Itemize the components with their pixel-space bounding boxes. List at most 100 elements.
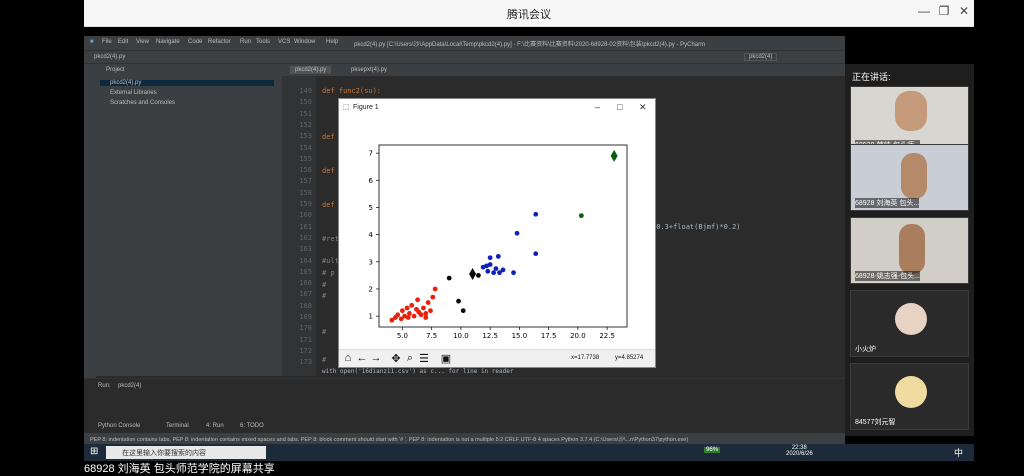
line-number: 173	[299, 358, 312, 367]
participant-label: 68928 刘海英 包头...	[855, 198, 920, 208]
participant-label: 68928-姚志强-包头...	[855, 271, 920, 281]
data-point	[432, 286, 438, 292]
bottom-tab-terminal[interactable]: Terminal	[166, 423, 189, 429]
breadcrumb[interactable]: pkcd2(4).py	[94, 54, 125, 60]
data-point	[487, 255, 493, 261]
participant-tile[interactable]: 小火炉	[850, 290, 969, 357]
menu-run[interactable]: Run	[240, 39, 251, 45]
line-number: 162	[299, 233, 312, 242]
code-line: def func2(su):	[322, 87, 382, 95]
data-point	[456, 298, 461, 304]
line-number: 168	[299, 301, 312, 310]
data-point	[485, 268, 491, 274]
line-number: 164	[299, 256, 312, 265]
minimize-button[interactable]: —	[916, 4, 932, 18]
participant-video	[901, 153, 927, 199]
menu-refactor[interactable]: Refactor	[208, 39, 231, 45]
line-number: 150	[299, 98, 312, 107]
participant-video	[899, 224, 925, 274]
figure-titlebar: ⬚ Figure 1 – □ ✕	[339, 99, 655, 117]
tab-pksepxt[interactable]: pksepxt(4).py	[346, 66, 392, 74]
bottom-tab-console[interactable]: Python Console	[98, 423, 140, 429]
participants-panel: 正在讲话: 68928-韩帅-包头师... 68928 刘海英 包头... 68…	[845, 64, 974, 436]
line-number: 154	[299, 143, 312, 152]
save-icon[interactable]: ▣	[439, 352, 453, 365]
data-point	[446, 275, 452, 281]
code-line: #ret	[322, 235, 339, 243]
menu-tools[interactable]: Tools	[256, 39, 270, 45]
menu-file[interactable]: File	[102, 39, 112, 45]
line-number: 151	[299, 109, 312, 118]
menu-navigate[interactable]: Navigate	[156, 39, 180, 45]
data-point	[407, 311, 412, 316]
code-line: *0.3+float(Bjmf)*0.2)	[652, 223, 741, 231]
ime-indicator[interactable]: 中	[954, 446, 963, 459]
back-icon[interactable]: ←	[355, 352, 369, 364]
taskbar-clock[interactable]: 22:38 2020/6/26	[786, 445, 813, 457]
line-number: 169	[299, 313, 312, 321]
participant-tile[interactable]: 84577刘元智	[850, 363, 969, 430]
x-tick-label: 22.5	[599, 332, 615, 340]
home-icon[interactable]: ⌂	[341, 352, 355, 364]
code-line: #	[322, 356, 327, 364]
participant-tile[interactable]: 68928-姚志强-包头...	[850, 217, 969, 284]
menu-code[interactable]: Code	[188, 39, 202, 45]
battery-indicator[interactable]: 96%	[704, 447, 721, 453]
scatter-chart[interactable]: 5.0 7.5 10.0 12.5 15.0 17.5 20.0 22.5 1 2 3 4 5 6 7	[339, 117, 655, 349]
taskbar-search-input[interactable]: 在这里输入你要搜索的内容	[106, 446, 266, 459]
tree-item-scratches[interactable]: Scratches and Consoles	[110, 100, 175, 106]
ide-tabbar: Project pkcd2(4).py pksepxt(4).py	[84, 63, 845, 76]
code-line: # p	[322, 269, 335, 277]
pycharm-logo-icon: ■	[90, 39, 94, 45]
line-number: 172	[299, 346, 312, 355]
participant-tile[interactable]: 68928-韩帅-包头师...	[850, 86, 969, 153]
line-gutter: 149 150 151 152 153 154 155 156 157 158 159 160 161 1…	[282, 76, 316, 376]
figure-window[interactable]: ⬚ Figure 1 – □ ✕ 5.0 7.5 10.0 12.5 15.0 17.5 2…	[338, 98, 656, 368]
screen-share-caption: 68928 刘海英 包头师范学院的屏幕共享	[84, 463, 275, 475]
data-point	[578, 213, 584, 219]
participant-label: 84577刘元智	[855, 419, 896, 426]
run-label: Run:	[98, 383, 111, 389]
run-tab[interactable]: pkcd2(4)	[118, 383, 141, 389]
close-button[interactable]: ✕	[956, 4, 972, 18]
line-number: 160	[299, 211, 312, 220]
line-number: 153	[299, 132, 312, 141]
configure-icon[interactable]: ☰	[417, 352, 431, 365]
participant-tile[interactable]: 68928 刘海英 包头...	[850, 144, 969, 211]
pan-icon[interactable]: ✥	[389, 352, 403, 365]
windows-start-icon[interactable]: ⊞	[90, 446, 98, 457]
figure-maximize-button[interactable]: □	[617, 102, 622, 112]
tree-item-libraries[interactable]: External Libraries	[110, 90, 157, 96]
forward-icon[interactable]: →	[369, 352, 383, 364]
x-tick-label: 7.5	[426, 332, 437, 340]
zoom-icon[interactable]: ⌕	[403, 352, 417, 365]
ide-window-title: pkcd2(4).py [C:\Users\沙\AppData\Local\Te…	[354, 42, 706, 48]
tab-pkcd2[interactable]: pkcd2(4).py	[290, 66, 332, 74]
line-number: 149	[299, 87, 312, 95]
line-number: 158	[299, 188, 312, 197]
x-tick-label: 10.0	[453, 332, 469, 340]
bottom-tab-run[interactable]: 4: Run	[206, 423, 224, 429]
figure-minimize-button[interactable]: –	[595, 102, 600, 112]
data-point	[511, 270, 516, 276]
x-tick-label: 20.0	[570, 332, 586, 340]
figure-close-button[interactable]: ✕	[639, 102, 647, 113]
menu-vcs[interactable]: VCS	[278, 39, 290, 45]
menu-edit[interactable]: Edit	[118, 39, 128, 45]
project-panel: pkcd2(4).py External Libraries Scratches…	[96, 76, 282, 376]
bottom-tab-todo[interactable]: 6: TODO	[240, 423, 264, 429]
project-label[interactable]: Project	[106, 67, 125, 73]
run-config-select[interactable]: pkcd2(4)	[744, 53, 778, 61]
y-tick-label: 3	[369, 258, 373, 266]
menu-view[interactable]: View	[136, 39, 149, 45]
data-point	[404, 305, 410, 311]
tree-item-file[interactable]: pkcd2(4).py	[100, 80, 274, 86]
data-point	[399, 308, 405, 314]
line-number: 170	[299, 324, 312, 333]
menu-window[interactable]: Window	[294, 39, 315, 45]
menu-help[interactable]: Help	[326, 39, 338, 45]
figure-title: Figure 1	[353, 104, 379, 111]
line-number: 161	[299, 222, 312, 231]
restore-button[interactable]: ❐	[936, 4, 952, 18]
data-point	[411, 313, 417, 319]
